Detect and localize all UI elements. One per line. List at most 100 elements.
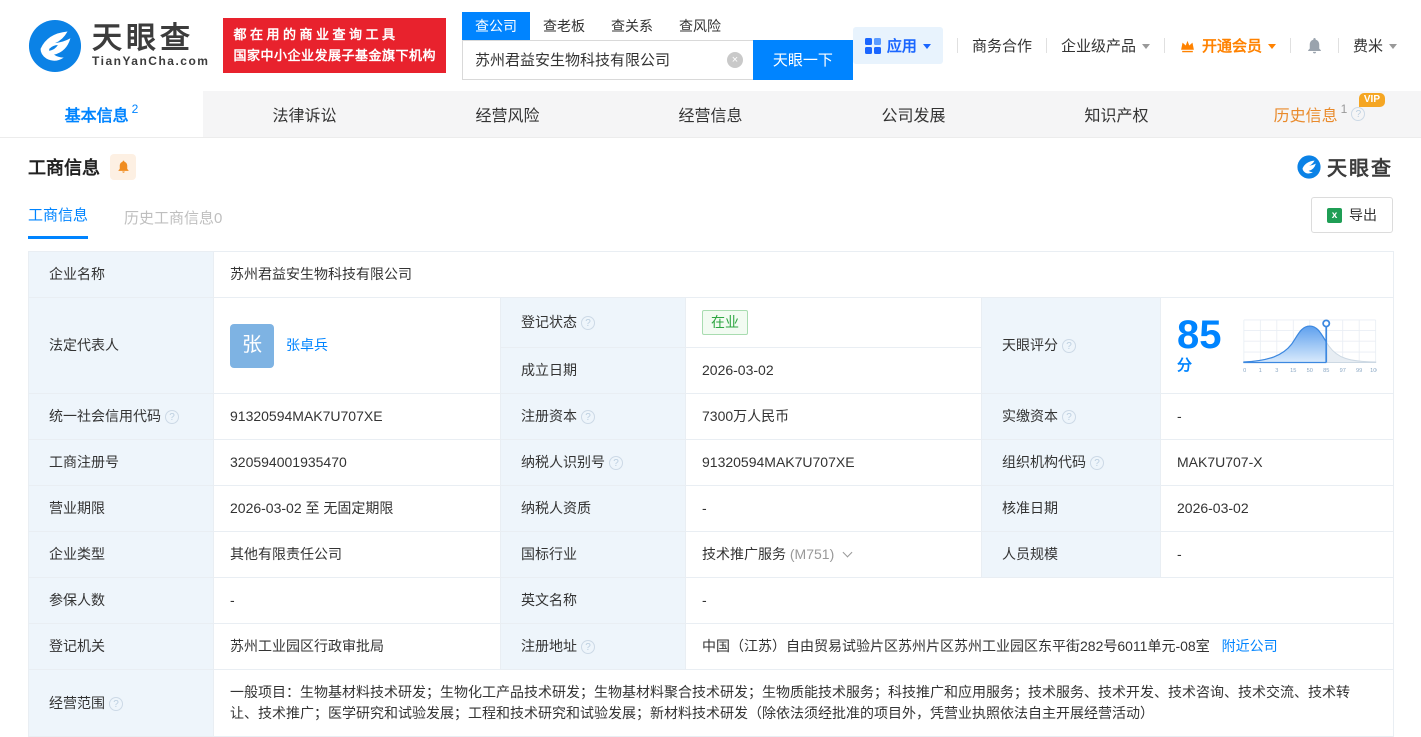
svg-text:50: 50 bbox=[1306, 368, 1312, 374]
help-icon[interactable]: ? bbox=[1090, 456, 1104, 470]
business-cooperation-link[interactable]: 商务合作 bbox=[972, 35, 1032, 56]
help-icon[interactable]: ? bbox=[581, 640, 595, 654]
field-label: 注册地址 bbox=[521, 638, 577, 654]
tianyancha-logo[interactable]: 天眼查 TianYanCha.com bbox=[28, 19, 209, 73]
tab-company-development[interactable]: 公司发展 bbox=[812, 91, 1015, 137]
monitor-bell-button[interactable] bbox=[110, 153, 136, 180]
help-icon[interactable]: ? bbox=[165, 410, 179, 424]
help-icon[interactable]: ? bbox=[1062, 410, 1076, 424]
enterprise-products-menu[interactable]: 企业级产品 bbox=[1061, 35, 1150, 56]
user-account-menu[interactable]: 费米 bbox=[1353, 35, 1397, 56]
field-value: 2026-03-02 bbox=[1177, 500, 1249, 516]
excel-icon: x bbox=[1327, 207, 1342, 223]
divider bbox=[1045, 38, 1047, 53]
field-label: 法定代表人 bbox=[49, 337, 119, 353]
tianyancha-watermark: 天眼查 bbox=[1297, 152, 1393, 181]
subtab-business-info[interactable]: 工商信息 bbox=[28, 204, 89, 239]
field-value: 苏州工业园区行政审批局 bbox=[230, 638, 384, 654]
search-tabs: 查公司 查老板 查关系 查风险 bbox=[462, 11, 853, 40]
apps-grid-icon bbox=[864, 37, 881, 54]
subtab-history-business-info[interactable]: 历史工商信息0 bbox=[124, 207, 222, 239]
help-icon[interactable]: ? bbox=[1062, 339, 1076, 353]
field-label: 国标行业 bbox=[521, 546, 577, 562]
search-tab-company[interactable]: 查公司 bbox=[462, 11, 530, 40]
search-area: 查公司 查老板 查关系 查风险 × 天眼一下 bbox=[462, 11, 853, 80]
svg-text:99: 99 bbox=[1356, 368, 1362, 374]
field-value: - bbox=[702, 500, 707, 516]
table-row: 统一社会信用代码? 91320594MAK7U707XE 注册资本? 7300万… bbox=[28, 393, 1394, 440]
username-label: 费米 bbox=[1352, 38, 1383, 55]
business-info-table: 企业名称 苏州君益安生物科技有限公司 法定代表人 张 张卓兵 登记状态? 在业 … bbox=[28, 251, 1394, 737]
chevron-down-icon bbox=[922, 44, 931, 49]
tab-history-info[interactable]: VIP 历史信息 1 ? bbox=[1218, 91, 1421, 137]
svg-text:15: 15 bbox=[1290, 368, 1296, 374]
help-icon[interactable]: ? bbox=[109, 696, 123, 711]
bell-icon bbox=[1308, 37, 1321, 54]
logo-cn-text: 天眼查 bbox=[92, 21, 194, 55]
tab-basic-info[interactable]: 基本信息 2 bbox=[0, 91, 203, 137]
tab-operation-info[interactable]: 经营信息 bbox=[609, 91, 812, 137]
field-label: 参保人数 bbox=[49, 592, 105, 608]
field-value: 2026-03-02 至 无固定期限 bbox=[230, 500, 394, 516]
legal-rep-link[interactable]: 张卓兵 bbox=[286, 335, 328, 356]
help-icon[interactable]: ? bbox=[1351, 107, 1366, 121]
score-distribution-chart: 0 1 3 15 50 85 97 99 100 bbox=[1243, 318, 1377, 374]
tab-label: 历史信息 bbox=[1273, 108, 1338, 125]
export-button[interactable]: x 导出 bbox=[1311, 197, 1393, 233]
field-value: 91320594MAK7U707XE bbox=[702, 454, 855, 470]
notifications-button[interactable] bbox=[1305, 36, 1324, 55]
tianyancha-logo-icon bbox=[28, 19, 82, 72]
tab-label: 公司发展 bbox=[881, 108, 946, 125]
help-icon[interactable]: ? bbox=[581, 316, 595, 330]
clear-icon[interactable]: × bbox=[726, 51, 743, 68]
chevron-down-icon[interactable] bbox=[842, 547, 853, 558]
search-tab-risk[interactable]: 查风险 bbox=[666, 12, 734, 40]
section-title: 工商信息 bbox=[28, 157, 100, 178]
chevron-down-icon bbox=[1141, 44, 1150, 49]
tab-legal-proceedings[interactable]: 法律诉讼 bbox=[203, 91, 406, 137]
search-input[interactable] bbox=[462, 39, 753, 80]
avatar[interactable]: 张 bbox=[230, 323, 274, 368]
field-label: 统一社会信用代码 bbox=[49, 408, 161, 424]
svg-text:100: 100 bbox=[1370, 368, 1377, 374]
tianyan-score[interactable]: 85分 0 1 3 15 50 85 97 99 10 bbox=[1177, 313, 1377, 379]
industry-code: (M751) bbox=[789, 546, 835, 562]
apps-menu[interactable]: 应用 bbox=[852, 27, 943, 64]
company-nav-tabs: 基本信息 2 法律诉讼 经营风险 经营信息 公司发展 知识产权 VIP 历史信息 1… bbox=[0, 91, 1421, 138]
industry-value: 技术推广服务 bbox=[702, 546, 786, 562]
divider bbox=[956, 38, 958, 53]
nearby-companies-link[interactable]: 附近公司 bbox=[1222, 638, 1278, 654]
table-row: 企业名称 苏州君益安生物科技有限公司 bbox=[28, 251, 1394, 298]
score-marker-pin bbox=[1321, 318, 1330, 327]
brand-slogan: 都在用的商业查询工具 国家中小企业发展子基金旗下机构 bbox=[223, 18, 446, 73]
field-value: 91320594MAK7U707XE bbox=[230, 408, 383, 424]
open-membership-menu[interactable]: 开通会员 bbox=[1179, 35, 1276, 56]
field-value: - bbox=[1177, 546, 1182, 562]
field-label: 组织机构代码 bbox=[1002, 454, 1086, 470]
member-label: 开通会员 bbox=[1201, 38, 1262, 55]
table-row: 企业类型 其他有限责任公司 国标行业 技术推广服务 (M751) 人员规模 - bbox=[28, 531, 1394, 578]
chevron-down-icon bbox=[1389, 44, 1397, 49]
tianyancha-logo-icon bbox=[1297, 154, 1321, 179]
tab-label: 基本信息 bbox=[64, 108, 129, 125]
tab-intellectual-property[interactable]: 知识产权 bbox=[1015, 91, 1218, 137]
field-value: - bbox=[230, 592, 235, 608]
table-row: 登记机关 苏州工业园区行政审批局 注册地址? 中国（江苏）自由贸易试验片区苏州片… bbox=[28, 623, 1394, 670]
help-icon[interactable]: ? bbox=[581, 410, 595, 424]
search-tab-boss[interactable]: 查老板 bbox=[530, 12, 598, 40]
tab-count: 2 bbox=[131, 102, 139, 116]
tab-operation-risk[interactable]: 经营风险 bbox=[406, 91, 609, 137]
business-scope-value: 一般项目：生物基材料技术研发；生物化工产品技术研发；生物基材料聚合技术研发；生物… bbox=[230, 684, 1350, 721]
field-value: - bbox=[702, 592, 707, 608]
svg-text:0: 0 bbox=[1243, 368, 1246, 374]
search-tab-relation[interactable]: 查关系 bbox=[598, 12, 666, 40]
table-row: 工商注册号 320594001935470 纳税人识别号? 91320594MA… bbox=[28, 439, 1394, 486]
status-badge: 在业 bbox=[702, 310, 748, 335]
slogan-line2: 国家中小企业发展子基金旗下机构 bbox=[233, 47, 436, 63]
search-button[interactable]: 天眼一下 bbox=[752, 39, 853, 80]
apps-label: 应用 bbox=[886, 38, 917, 55]
watermark-text: 天眼查 bbox=[1327, 158, 1393, 180]
help-icon[interactable]: ? bbox=[609, 456, 623, 470]
export-label: 导出 bbox=[1349, 207, 1377, 223]
field-value: - bbox=[1177, 408, 1182, 424]
